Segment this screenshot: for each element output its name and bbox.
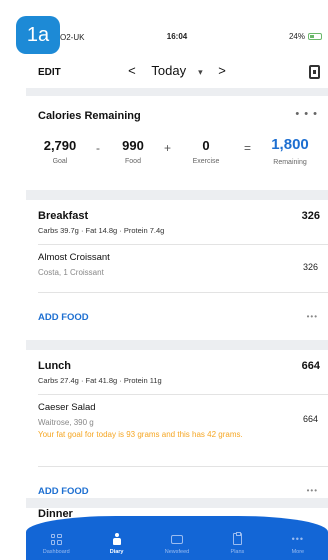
- remaining-label: Remaining: [273, 159, 307, 166]
- tab-label: Diary: [109, 549, 124, 555]
- meal-macros: Carbs 39.7g · Fat 14.8g · Protein 7.4g: [38, 226, 165, 235]
- exercise-cell: 0 Exercise: [184, 138, 228, 165]
- prev-day-button[interactable]: <: [128, 63, 136, 78]
- food-detail: Costa, 1 Croissant: [38, 268, 104, 277]
- battery-percent: 24%: [288, 32, 305, 41]
- food-name: Almost Croissant: [38, 252, 110, 263]
- more-icon[interactable]: •••: [307, 486, 318, 495]
- tab-bar: Dashboard Diary Newsfeed Plans ••• More: [26, 516, 328, 560]
- food-cell: 990 Food: [116, 138, 150, 165]
- remaining-cell: 1,800 Remaining: [258, 136, 322, 166]
- diary-icon: [112, 533, 122, 545]
- grid-icon: [50, 533, 62, 545]
- more-icon[interactable]: •••: [307, 312, 318, 321]
- food-calories: 326: [302, 262, 318, 272]
- add-food-button[interactable]: ADD FOOD: [38, 312, 89, 323]
- food-label: Food: [125, 158, 141, 165]
- meal-total: 326: [301, 210, 320, 222]
- date-label[interactable]: Today: [151, 63, 186, 78]
- divider: [26, 340, 328, 350]
- calories-title: Calories Remaining: [38, 110, 141, 122]
- food-value: 990: [122, 138, 144, 153]
- goal-label: Goal: [52, 158, 68, 165]
- clipboard-icon: [232, 532, 242, 545]
- divider: [38, 466, 328, 467]
- calendar-icon[interactable]: [309, 65, 320, 79]
- battery-icon: [308, 33, 322, 40]
- chat-icon: [171, 534, 184, 544]
- tab-label: Dashboard: [42, 549, 70, 555]
- calories-equation: 2,790 Goal - 990 Food + 0 Exercise = 1,8…: [26, 136, 328, 178]
- tab-label: Newsfeed: [164, 549, 190, 555]
- nav-bar: EDIT < Today ▾ >: [26, 58, 328, 88]
- status-bar: O2-UK 16:04 24%: [26, 30, 328, 46]
- divider: [26, 498, 328, 508]
- plus-sign: +: [164, 141, 172, 155]
- breakfast-header[interactable]: Breakfast 326 Carbs 39.7g · Fat 14.8g · …: [26, 200, 328, 244]
- tab-dashboard[interactable]: Dashboard: [26, 516, 86, 560]
- meal-name: Lunch: [38, 360, 71, 372]
- goal-value: 2,790: [43, 138, 77, 153]
- minus-sign: -: [96, 141, 100, 155]
- food-name: Caeser Salad: [38, 402, 96, 413]
- more-options-icon[interactable]: • • •: [295, 108, 318, 120]
- status-right: 24%: [289, 32, 322, 41]
- fat-warning: Your fat goal for today is 93 grams and …: [38, 430, 243, 439]
- food-item[interactable]: Almost Croissant Costa, 1 Croissant 326: [26, 244, 328, 290]
- exercise-value: 0: [202, 138, 210, 153]
- phone-screen: O2-UK 16:04 24% EDIT < Today ▾ > Calories…: [26, 22, 328, 560]
- food-item[interactable]: Caeser Salad Waitrose, 390 g 664 Your fa…: [26, 394, 328, 464]
- tab-diary[interactable]: Diary: [86, 516, 146, 560]
- tab-newsfeed[interactable]: Newsfeed: [147, 516, 207, 560]
- tab-label: Plans: [230, 549, 245, 555]
- tab-plans[interactable]: Plans: [207, 516, 267, 560]
- divider: [38, 292, 328, 293]
- tab-label: More: [291, 549, 305, 555]
- meal-name: Breakfast: [38, 210, 89, 222]
- step-badge: 1a: [16, 16, 60, 54]
- next-day-button[interactable]: >: [218, 63, 226, 78]
- chevron-down-icon[interactable]: ▾: [198, 67, 203, 77]
- remaining-value: 1,800: [271, 136, 309, 153]
- more-icon: •••: [291, 534, 305, 544]
- clock: 16:04: [166, 32, 188, 41]
- calories-remaining-card: Calories Remaining • • • 2,790 Goal - 99…: [26, 98, 328, 190]
- meal-total: 664: [301, 360, 320, 372]
- goal-cell: 2,790 Goal: [40, 138, 80, 165]
- date-picker: < Today ▾ >: [26, 63, 328, 78]
- food-calories: 664: [302, 414, 318, 424]
- divider: [26, 88, 328, 96]
- tab-more[interactable]: ••• More: [268, 516, 328, 560]
- food-detail: Waitrose, 390 g: [38, 418, 94, 427]
- add-food-button[interactable]: ADD FOOD: [38, 486, 89, 497]
- equals-sign: =: [244, 141, 252, 155]
- divider: [26, 190, 328, 200]
- lunch-header[interactable]: Lunch 664 Carbs 27.4g · Fat 41.8g · Prot…: [26, 350, 328, 394]
- exercise-label: Exercise: [192, 158, 220, 165]
- meal-macros: Carbs 27.4g · Fat 41.8g · Protein 11g: [38, 376, 162, 385]
